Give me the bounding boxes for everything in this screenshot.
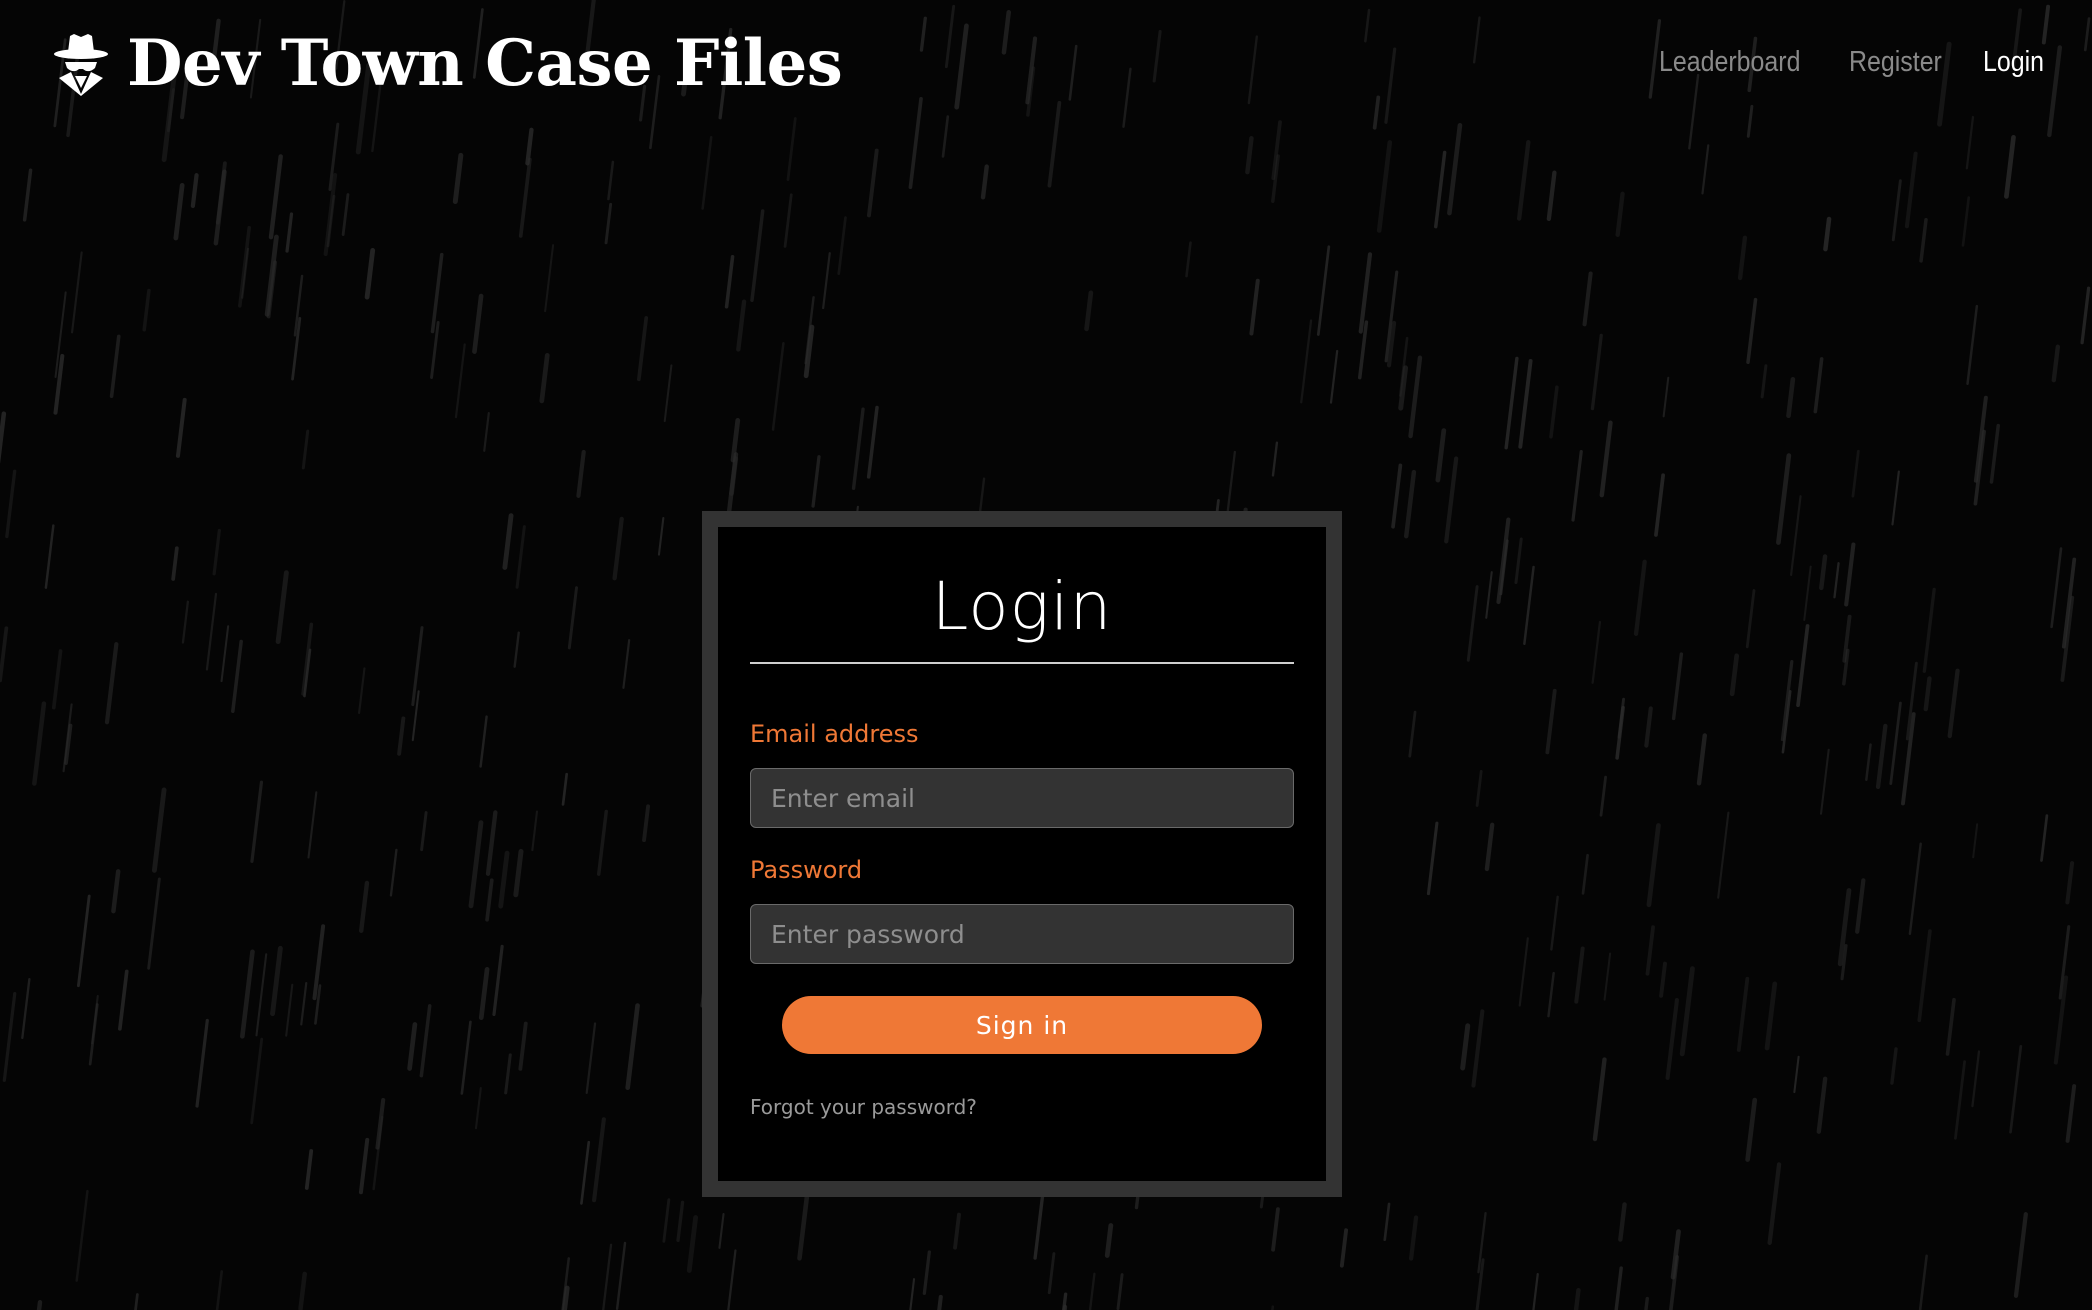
email-field[interactable] — [750, 768, 1294, 828]
navbar: Dev Town Case Files Leaderboard Register… — [0, 0, 2092, 128]
email-label: Email address — [750, 720, 919, 748]
nav-links: Leaderboard Register Login — [1659, 42, 2080, 82]
site-title: Dev Town Case Files — [127, 26, 843, 101]
brand-link[interactable]: Dev Town Case Files — [53, 26, 843, 102]
nav-link-register[interactable]: Register — [1849, 42, 1942, 82]
forgot-password-link[interactable]: Forgot your password? — [750, 1093, 977, 1121]
sign-in-button[interactable]: Sign in — [782, 996, 1262, 1054]
detective-icon — [53, 32, 109, 96]
title-divider — [750, 662, 1294, 664]
login-card: Login Email address Password Sign in For… — [702, 511, 1342, 1197]
password-field[interactable] — [750, 904, 1294, 964]
login-title: Login — [931, 568, 1113, 645]
nav-link-leaderboard[interactable]: Leaderboard — [1659, 42, 1800, 82]
password-label: Password — [750, 856, 863, 884]
nav-link-login[interactable]: Login — [1983, 42, 2044, 82]
login-card-body: Login Email address Password Sign in For… — [718, 527, 1326, 1181]
